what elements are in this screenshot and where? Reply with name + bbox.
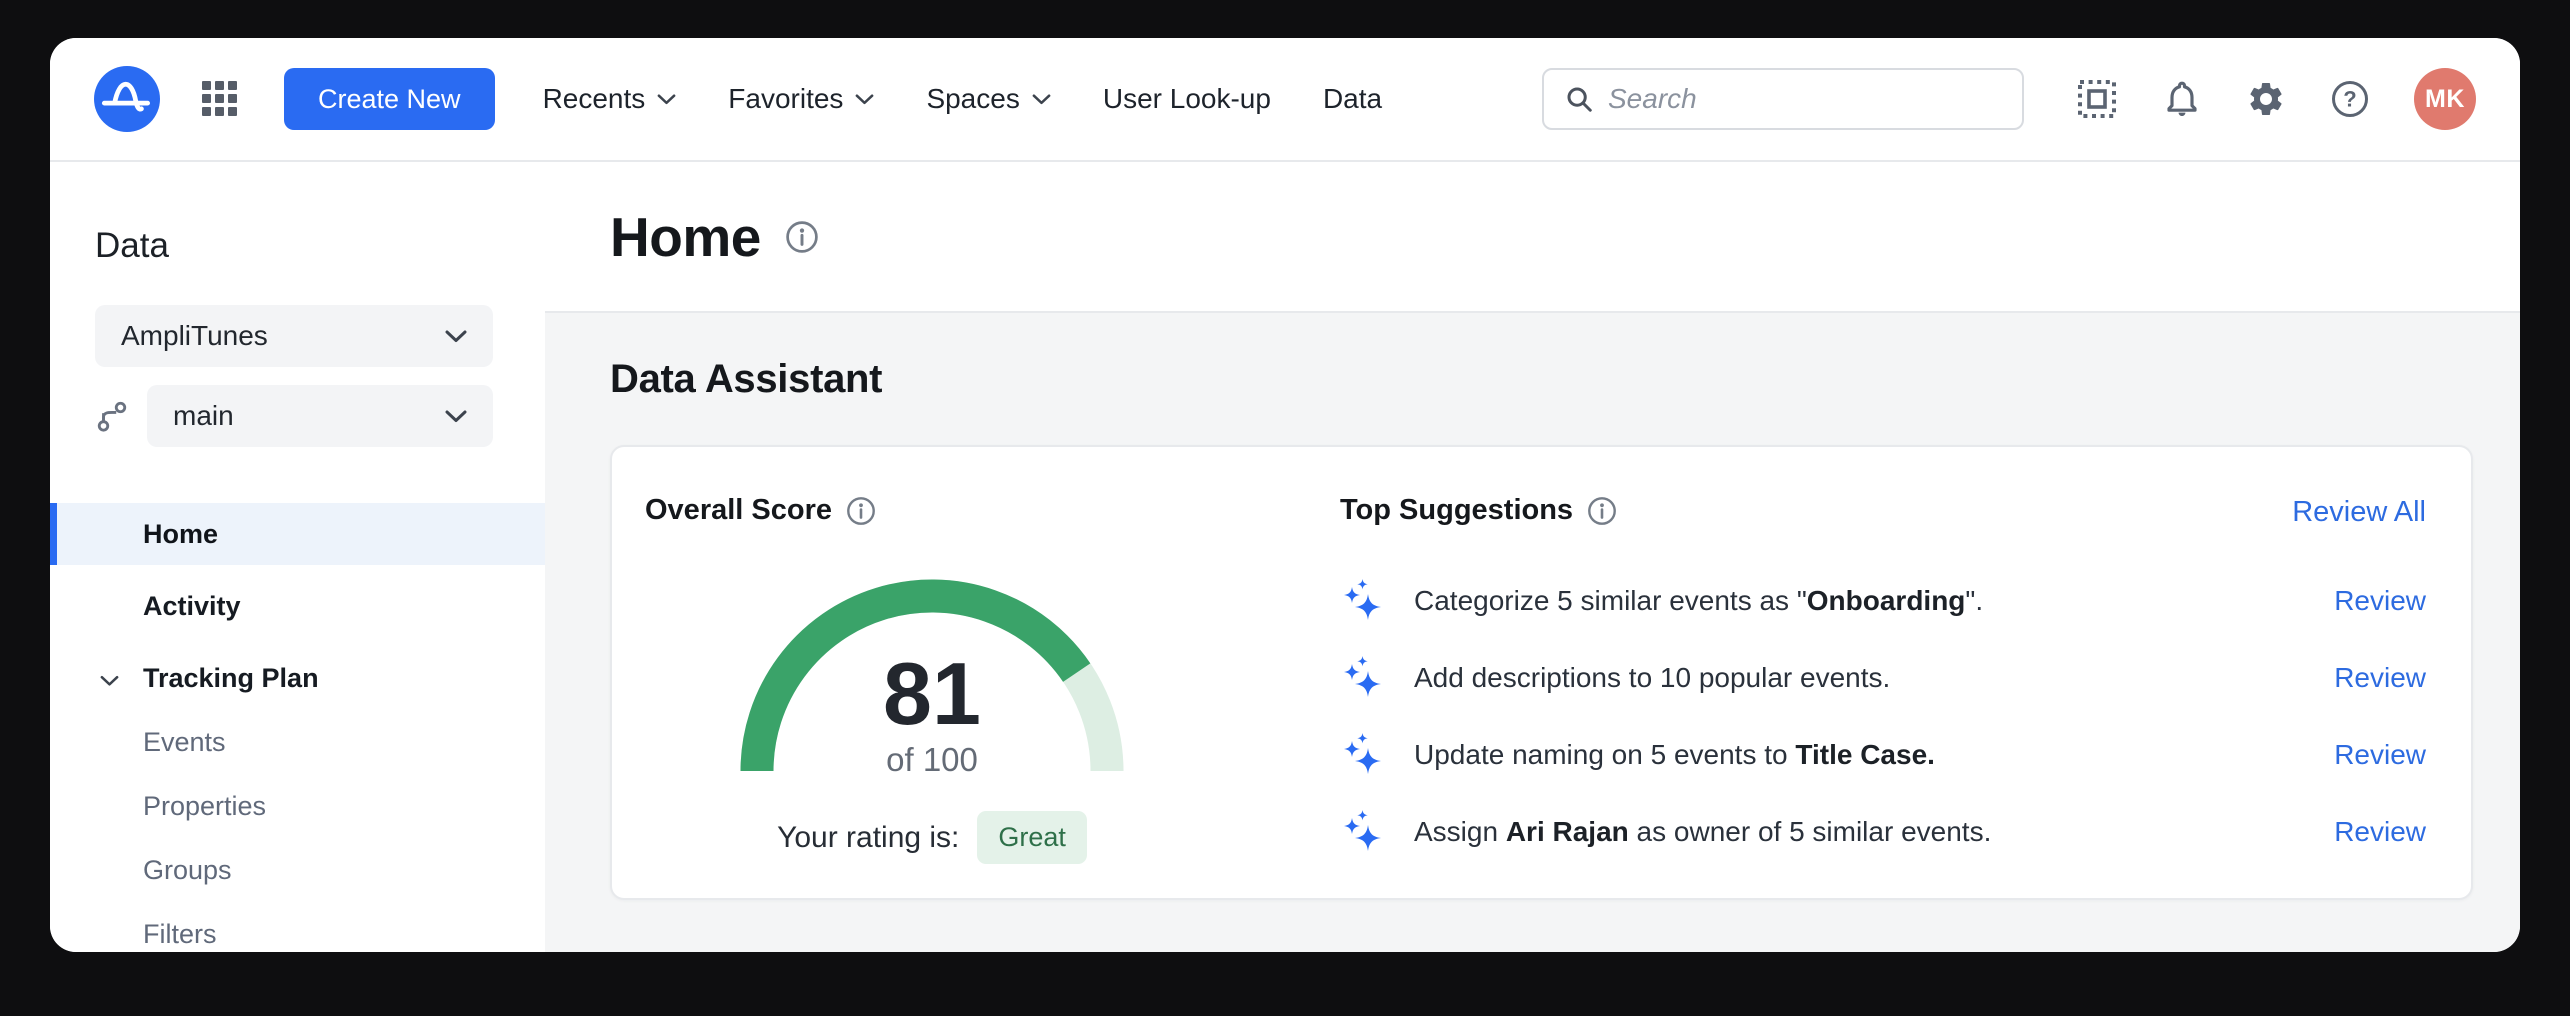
sidebar-item-label: Activity <box>143 591 241 622</box>
sidebar-item-label: Groups <box>143 855 232 886</box>
rating-prefix: Your rating is: <box>777 821 959 855</box>
review-link[interactable]: Review <box>2334 585 2426 617</box>
sparkle-icon <box>1340 809 1386 855</box>
sparkle-icon <box>1340 578 1386 624</box>
sparkle-icon <box>1340 732 1386 778</box>
sidebar: Data AmpliTunes main <box>50 162 545 952</box>
sidebar-item-properties[interactable]: Properties <box>50 775 545 837</box>
top-suggestions-label: Top Suggestions <box>1340 494 1617 527</box>
project-selector-value: AmpliTunes <box>121 320 268 352</box>
topbar-link-label: Favorites <box>728 83 843 115</box>
project-selector[interactable]: AmpliTunes <box>95 305 493 367</box>
suggestion-text: Assign Ari Rajan as owner of 5 similar e… <box>1414 816 1991 848</box>
topbar-icons: ? MK <box>2076 68 2476 130</box>
chevron-down-icon <box>657 94 676 105</box>
overall-score-label-text: Overall Score <box>645 494 832 527</box>
top-suggestions-label-text: Top Suggestions <box>1340 494 1573 527</box>
sidebar-item-label: Properties <box>143 791 266 822</box>
score-value: 81 <box>740 650 1124 738</box>
search-icon <box>1564 84 1594 114</box>
score-gauge: 81 of 100 <box>740 576 1124 773</box>
chevron-down-icon <box>100 676 119 687</box>
chevron-down-icon <box>1032 94 1051 105</box>
suggestion-text: Add descriptions to 10 popular events. <box>1414 662 1890 694</box>
rating-row: Your rating is: Great <box>740 811 1124 864</box>
sandbox-icon[interactable] <box>2076 78 2118 120</box>
chevron-down-icon <box>855 94 874 105</box>
info-icon[interactable] <box>846 496 876 526</box>
chevron-down-icon <box>445 410 467 423</box>
info-icon[interactable] <box>1587 496 1617 526</box>
topbar-link-user-look-up[interactable]: User Look-up <box>1077 68 1297 130</box>
app-window: Create New Recents Favorites Spaces User Lo… <box>50 38 2520 952</box>
sidebar-item-tracking-plan[interactable]: Tracking Plan <box>50 647 545 709</box>
main-header: Home <box>545 162 2520 313</box>
suggestions-list: Categorize 5 similar events as "Onboardi… <box>1340 562 2426 870</box>
sparkle-icon <box>1340 655 1386 701</box>
sidebar-item-label: Events <box>143 727 226 758</box>
suggestion-row: Categorize 5 similar events as "Onboardi… <box>1340 562 2426 639</box>
topbar-nav: Recents Favorites Spaces User Look-up Data <box>517 68 1409 130</box>
topbar-link-label: Spaces <box>926 83 1019 115</box>
topbar-link-label: Recents <box>543 83 646 115</box>
topbar-link-data[interactable]: Data <box>1297 68 1408 130</box>
topbar-link-spaces[interactable]: Spaces <box>900 68 1076 130</box>
notifications-bell-icon[interactable] <box>2162 79 2202 119</box>
user-avatar[interactable]: MK <box>2414 68 2476 130</box>
branch-selector[interactable]: main <box>147 385 493 447</box>
main-area: Home Data Assistant Overall Score <box>545 162 2520 952</box>
branch-selector-value: main <box>173 400 234 432</box>
score-max-label: of 100 <box>740 741 1124 779</box>
rating-badge: Great <box>977 811 1087 864</box>
settings-gear-icon[interactable] <box>2246 79 2286 119</box>
suggestion-row: Add descriptions to 10 popular events. Re… <box>1340 639 2426 716</box>
sidebar-item-home[interactable]: Home <box>50 503 545 565</box>
sidebar-item-activity[interactable]: Activity <box>50 575 545 637</box>
topbar-link-label: Data <box>1323 83 1382 115</box>
app-switcher-icon[interactable] <box>202 81 238 117</box>
sidebar-item-label: Filters <box>143 919 217 950</box>
suggestion-row: Update naming on 5 events to Title Case.… <box>1340 716 2426 793</box>
suggestion-row: Assign Ari Rajan as owner of 5 similar e… <box>1340 793 2426 870</box>
search-input[interactable] <box>1608 83 2002 115</box>
topbar-link-label: User Look-up <box>1103 83 1271 115</box>
review-all-link[interactable]: Review All <box>2292 496 2426 529</box>
sidebar-item-groups[interactable]: Groups <box>50 839 545 901</box>
amplitude-logo-icon[interactable] <box>94 66 160 132</box>
page-title: Home <box>610 205 761 269</box>
info-icon[interactable] <box>785 220 819 254</box>
sidebar-title: Data <box>95 226 545 266</box>
create-new-button[interactable]: Create New <box>284 68 495 130</box>
overall-score-label: Overall Score <box>645 494 876 527</box>
review-link[interactable]: Review <box>2334 816 2426 848</box>
topbar-link-recents[interactable]: Recents <box>517 68 703 130</box>
data-assistant-card: Overall Score 81 of 100 <box>610 445 2473 900</box>
help-icon[interactable]: ? <box>2330 79 2370 119</box>
search-box[interactable] <box>1542 68 2024 130</box>
sidebar-item-label: Tracking Plan <box>143 663 319 694</box>
git-branch-icon <box>95 399 129 433</box>
review-link[interactable]: Review <box>2334 662 2426 694</box>
suggestion-text: Categorize 5 similar events as "Onboardi… <box>1414 585 1983 617</box>
review-link[interactable]: Review <box>2334 739 2426 771</box>
sidebar-item-label: Home <box>143 519 218 550</box>
section-title: Data Assistant <box>610 357 2473 402</box>
topbar-link-favorites[interactable]: Favorites <box>702 68 900 130</box>
suggestion-text: Update naming on 5 events to Title Case. <box>1414 739 1935 771</box>
svg-text:?: ? <box>2343 87 2356 112</box>
chevron-down-icon <box>445 330 467 343</box>
sidebar-item-filters[interactable]: Filters <box>50 903 545 952</box>
topbar: Create New Recents Favorites Spaces User Lo… <box>50 38 2520 162</box>
sidebar-item-events[interactable]: Events <box>50 711 545 773</box>
sidebar-nav: Home Activity Tracking Plan Events Propertie… <box>50 503 545 952</box>
content: Data Assistant Overall Score <box>545 313 2520 952</box>
